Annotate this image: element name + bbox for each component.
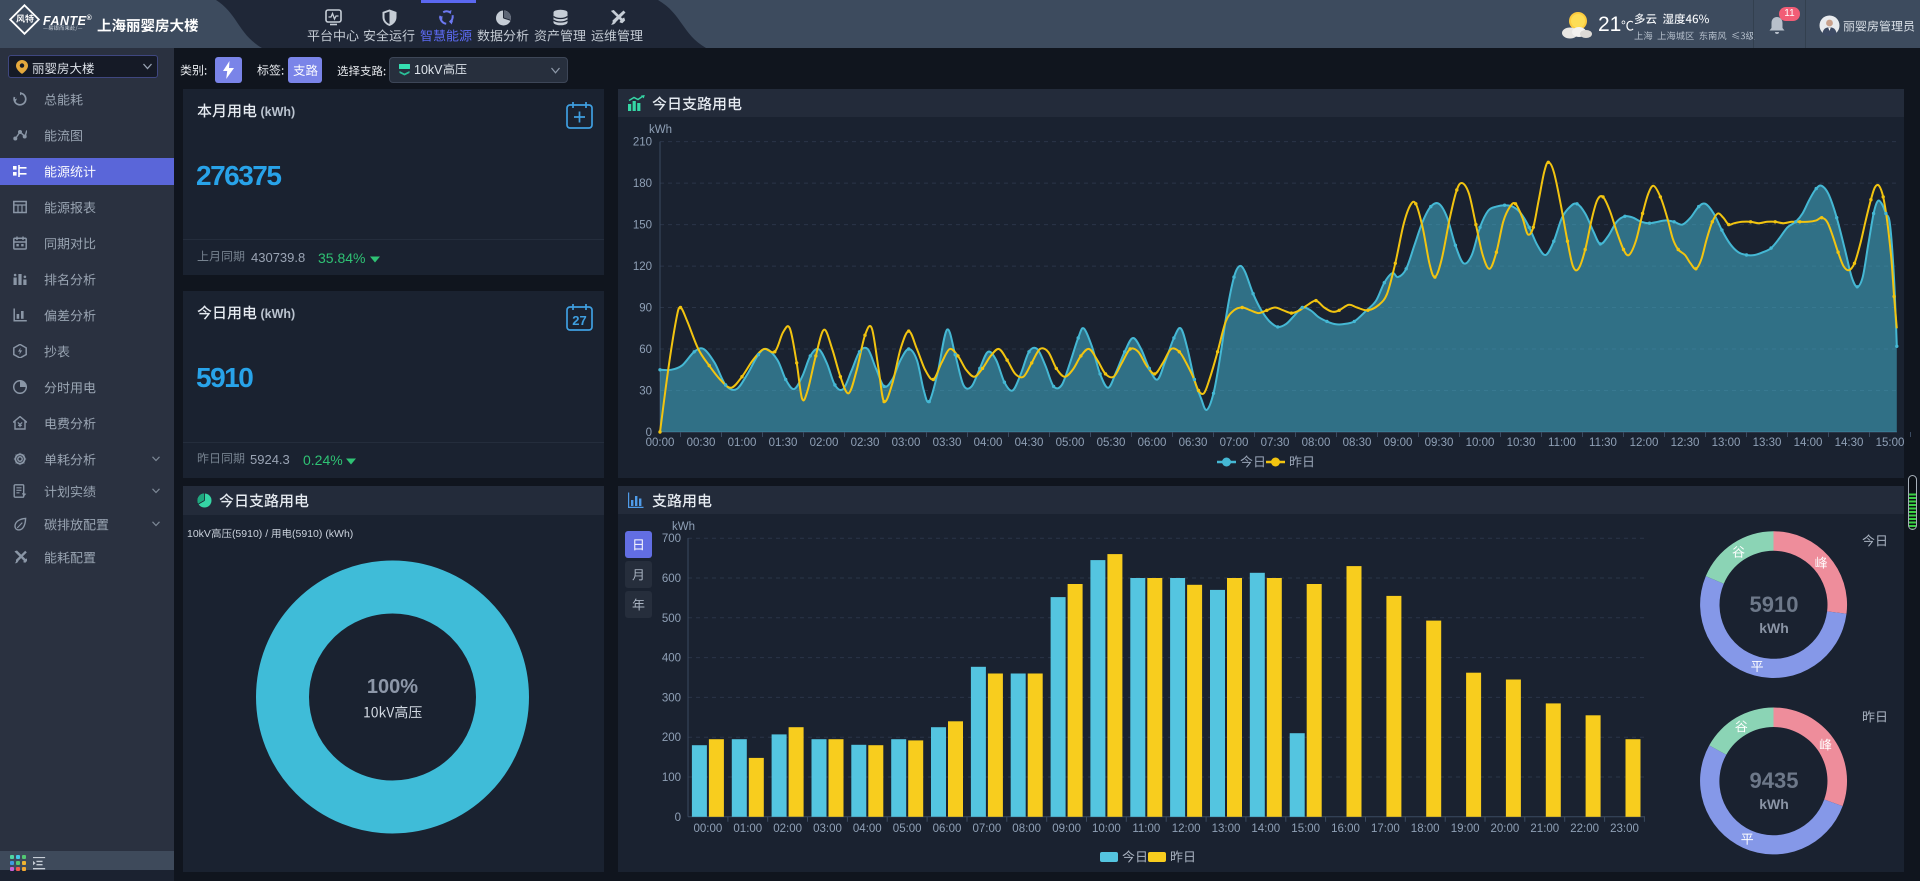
svg-text:14:00: 14:00 [1251,823,1280,835]
svg-text:09:00: 09:00 [1052,823,1081,835]
svg-text:02:00: 02:00 [773,823,802,835]
svg-text:600: 600 [662,573,681,585]
svg-text:17:00: 17:00 [1371,823,1400,835]
svg-text:15:00: 15:00 [1876,437,1905,449]
svg-text:10:00: 10:00 [1466,437,1495,449]
svg-text:200: 200 [662,732,681,744]
svg-text:09:30: 09:30 [1425,437,1454,449]
svg-text:00:30: 00:30 [687,437,716,449]
svg-text:300: 300 [662,692,681,704]
svg-text:12:00: 12:00 [1630,437,1659,449]
svg-text:90: 90 [639,303,652,315]
svg-text:100: 100 [662,772,681,784]
svg-text:120: 120 [633,261,652,273]
svg-text:60: 60 [639,344,652,356]
svg-text:500: 500 [662,613,681,625]
svg-text:10:30: 10:30 [1507,437,1536,449]
svg-text:12:30: 12:30 [1671,437,1700,449]
svg-text:01:00: 01:00 [733,823,762,835]
svg-text:13:30: 13:30 [1753,437,1782,449]
svg-text:30: 30 [639,386,652,398]
svg-text:15:00: 15:00 [1291,823,1320,835]
svg-text:11:00: 11:00 [1132,823,1160,835]
svg-text:23:00: 23:00 [1610,823,1639,835]
svg-text:22:00: 22:00 [1570,823,1599,835]
svg-text:09:00: 09:00 [1384,437,1413,449]
svg-text:03:30: 03:30 [933,437,962,449]
svg-text:01:30: 01:30 [769,437,798,449]
svg-text:180: 180 [633,178,652,190]
svg-text:kWh: kWh [649,124,672,136]
svg-text:00:00: 00:00 [694,823,723,835]
svg-text:07:30: 07:30 [1261,437,1290,449]
svg-text:04:00: 04:00 [853,823,882,835]
svg-text:700: 700 [662,533,681,545]
svg-text:07:00: 07:00 [973,823,1002,835]
svg-text:01:00: 01:00 [728,437,757,449]
svg-text:04:30: 04:30 [1015,437,1044,449]
svg-text:06:00: 06:00 [1138,437,1167,449]
svg-text:400: 400 [662,653,681,665]
svg-text:11:00: 11:00 [1548,437,1576,449]
svg-text:13:00: 13:00 [1212,823,1241,835]
svg-text:210: 210 [633,137,652,149]
svg-text:06:00: 06:00 [933,823,962,835]
svg-text:150: 150 [633,220,652,232]
svg-text:08:00: 08:00 [1012,823,1041,835]
svg-text:kWh: kWh [672,521,695,533]
svg-text:05:00: 05:00 [1056,437,1085,449]
svg-text:03:00: 03:00 [813,823,842,835]
svg-text:0: 0 [675,812,681,824]
svg-text:11:30: 11:30 [1589,437,1617,449]
svg-text:16:00: 16:00 [1331,823,1360,835]
svg-text:14:00: 14:00 [1794,437,1823,449]
svg-text:07:00: 07:00 [1220,437,1249,449]
svg-text:05:00: 05:00 [893,823,922,835]
svg-text:18:00: 18:00 [1411,823,1440,835]
svg-text:20:00: 20:00 [1491,823,1520,835]
svg-text:21:00: 21:00 [1530,823,1559,835]
svg-text:02:30: 02:30 [851,437,880,449]
svg-text:19:00: 19:00 [1451,823,1480,835]
svg-text:02:00: 02:00 [810,437,839,449]
svg-text:05:30: 05:30 [1097,437,1126,449]
svg-text:13:00: 13:00 [1712,437,1741,449]
svg-text:14:30: 14:30 [1835,437,1864,449]
svg-text:08:30: 08:30 [1343,437,1372,449]
svg-text:04:00: 04:00 [974,437,1003,449]
svg-text:06:30: 06:30 [1179,437,1208,449]
svg-text:03:00: 03:00 [892,437,921,449]
svg-text:10:00: 10:00 [1092,823,1121,835]
svg-text:00:00: 00:00 [646,437,675,449]
svg-text:12:00: 12:00 [1172,823,1201,835]
svg-text:08:00: 08:00 [1302,437,1331,449]
